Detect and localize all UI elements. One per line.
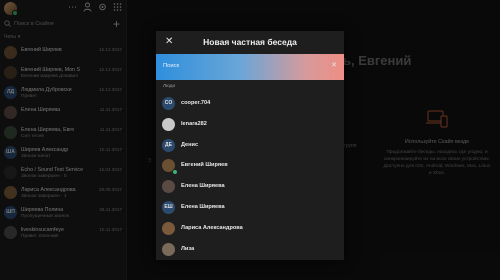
avatar: CO	[162, 97, 175, 110]
person-row[interactable]: Елена Ширяева	[156, 176, 344, 197]
avatar	[162, 242, 175, 256]
people-search-placeholder: Поиск	[163, 63, 180, 69]
person-name: Елена Ширяева	[181, 203, 225, 210]
person-name: Лиза	[181, 245, 195, 252]
person-row[interactable]: ДЕ Денис	[156, 135, 344, 156]
person-row[interactable]: Лиза	[156, 239, 344, 260]
avatar	[162, 180, 175, 194]
person-name: Денис	[181, 141, 199, 148]
person-name: lenara282	[181, 120, 207, 127]
modal-title: Новая частная беседа	[203, 37, 297, 47]
person-row[interactable]: lenara282	[156, 114, 344, 135]
person-name: cooper.704	[181, 100, 211, 106]
people-search-input[interactable]: Поиск ✕	[156, 54, 344, 80]
modal-header: ✕ Новая частная беседа	[156, 31, 344, 54]
person-row[interactable]: Лариса Александрова	[156, 218, 344, 239]
person-name: Лариса Александрова	[181, 224, 243, 231]
people-section-label: Люди	[163, 84, 176, 89]
person-row[interactable]: CO cooper.704	[156, 93, 344, 114]
person-name: Елена Ширяева	[181, 183, 225, 190]
avatar: ЕШ	[162, 200, 175, 214]
avatar: ДЕ	[162, 138, 175, 152]
person-name: Евгений Ширяев	[181, 162, 228, 169]
clear-search-icon[interactable]: ✕	[331, 61, 337, 69]
avatar	[162, 221, 175, 235]
people-list: CO cooper.704 lenara282 ДЕ Денис Евгений Ширя…	[156, 93, 344, 259]
online-status-dot	[172, 169, 178, 176]
person-row[interactable]: Евгений Ширяев	[156, 155, 344, 176]
new-private-chat-dialog: ✕ Новая частная беседа Поиск ✕ Люди CO co…	[156, 31, 344, 260]
person-row[interactable]: ЕШ Елена Ширяева	[156, 197, 344, 218]
avatar	[162, 117, 175, 131]
